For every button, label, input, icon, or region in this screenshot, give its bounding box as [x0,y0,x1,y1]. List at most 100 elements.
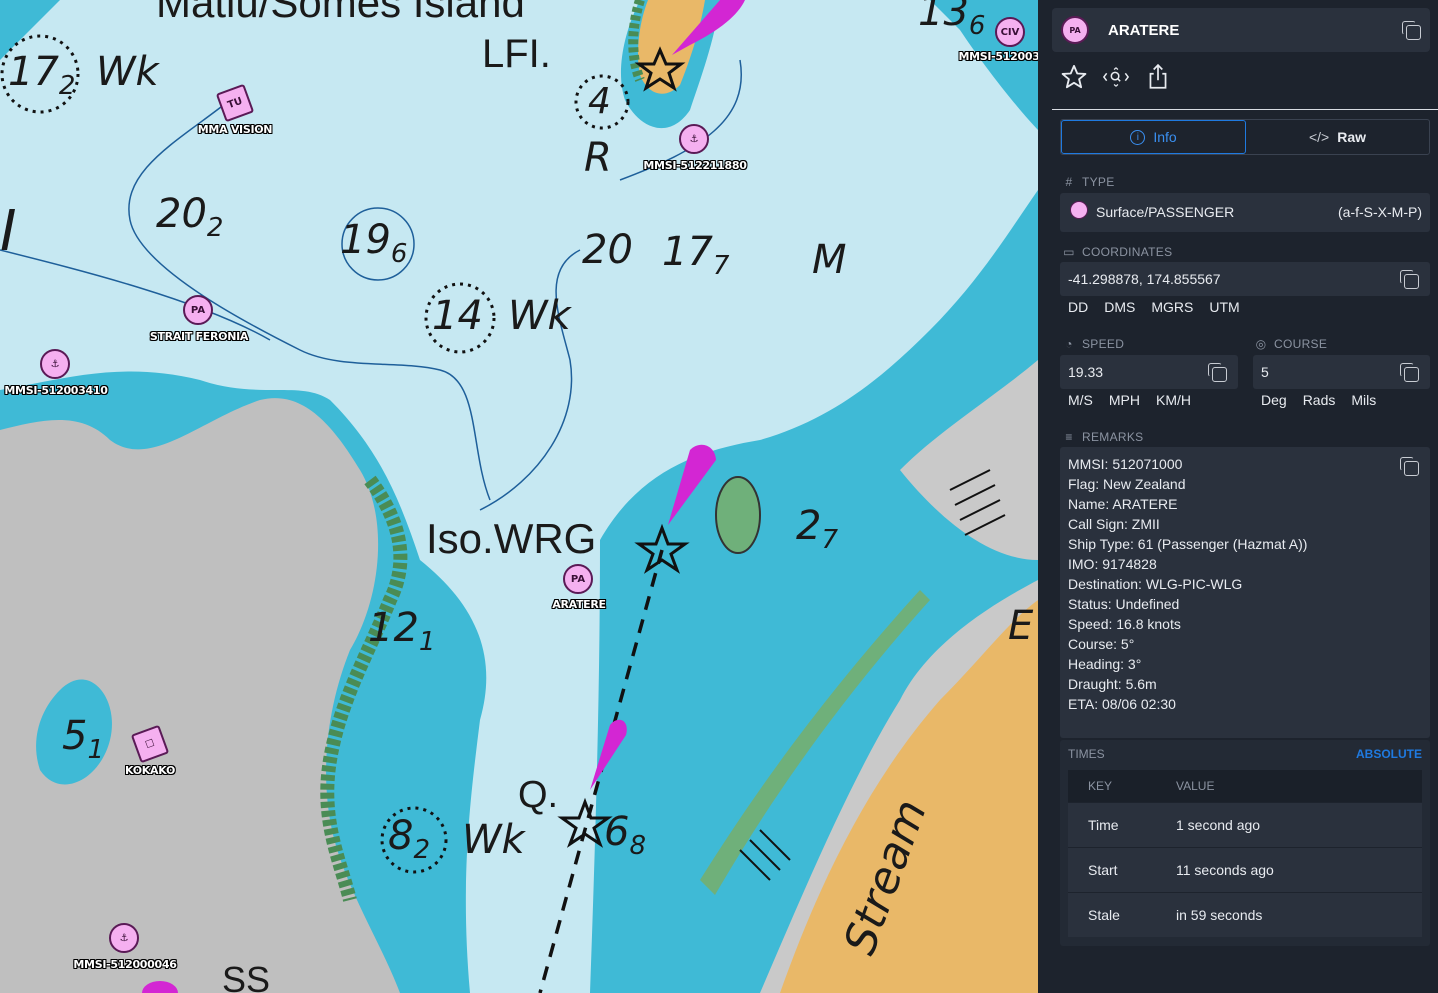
header-divider [1052,109,1438,110]
copy-icon[interactable] [1206,361,1228,383]
copy-icon[interactable] [1398,455,1420,477]
remarks-line: IMO: 9174828 [1068,556,1157,572]
row-value: 1 second ago [1176,817,1261,833]
vessel-label[interactable]: MMA VISION [198,123,273,136]
type-section-label: # TYPE [1062,175,1115,189]
remarks-line: Call Sign: ZMII [1068,516,1160,532]
vessel-label[interactable]: ARATERE [552,598,606,611]
row-key: Stale [1088,907,1120,923]
format-dms[interactable]: DMS [1104,299,1135,315]
vessel-icon[interactable]: ⚓ [679,124,709,154]
depth-sounding: 196 [340,217,408,269]
table-row: Time 1 second ago [1068,802,1422,847]
vessel-label[interactable]: MMSI-512000046 [73,958,176,971]
civilian-vessel-icon[interactable]: CIV [995,17,1025,47]
star-icon[interactable] [1060,62,1088,92]
gauge-icon: ◔ [1065,337,1073,351]
times-table: KEY VALUE Time 1 second ago Start 11 sec… [1068,770,1422,937]
format-mgrs[interactable]: MGRS [1151,299,1193,315]
marker-e-label: E [1008,603,1034,649]
column-header-key: KEY [1088,779,1113,793]
remarks-line: Destination: WLG-PIC-WLG [1068,576,1243,592]
speed-value[interactable]: 19.33 [1068,364,1103,380]
marker-i-label: I [0,199,17,264]
remarks-text: MMSI: 512071000 Flag: New Zealand Name: … [1068,454,1307,714]
course-value[interactable]: 5 [1261,364,1269,380]
coordinate-format-toggle: DD DMS MGRS UTM [1068,299,1240,315]
details-panel: PA ARATERE i Info </> Raw # TYPE Surface… [1038,0,1438,993]
compass-icon: ◎ [1255,337,1267,351]
vessel-label[interactable]: STRAIT FERONIA [150,330,249,343]
passenger-ship-icon[interactable]: PA [183,295,213,325]
format-utm[interactable]: UTM [1209,299,1239,315]
marker-m-label: M [812,237,847,283]
unit-kmh[interactable]: KM/H [1156,392,1191,408]
vessel-icon[interactable]: ⚓ [40,349,70,379]
row-value: in 59 seconds [1176,907,1263,923]
vessel-label[interactable]: KOKAKO [125,764,175,777]
panel-title: ARATERE [1108,21,1180,39]
unit-ms[interactable]: M/S [1068,392,1093,408]
format-dd[interactable]: DD [1068,299,1088,315]
wreck-label: Wk [462,817,525,863]
row-key: Start [1088,862,1118,878]
passenger-ship-icon: PA [1061,16,1089,44]
remarks-line: Ship Type: 61 (Passenger (Hazmat A)) [1068,536,1308,552]
unit-rads[interactable]: Rads [1303,392,1336,408]
tab-raw[interactable]: </> Raw [1246,120,1429,154]
tab-raw-label: Raw [1337,129,1367,145]
copy-icon[interactable] [1398,361,1420,383]
unit-mils[interactable]: Mils [1351,392,1376,408]
remarks-line: Name: ARATERE [1068,496,1178,512]
info-icon: i [1130,129,1146,145]
remarks-line: ETA: 08/06 02:30 [1068,696,1176,712]
depth-sounding: 4 [588,81,611,122]
vessel-icon[interactable]: ⚓ [109,923,139,953]
vessel-label[interactable]: MMSI-512003 [958,50,1038,63]
code-icon: </> [1308,129,1330,145]
remarks-line: Heading: 3° [1068,656,1142,672]
remarks-line: Flag: New Zealand [1068,476,1186,492]
passenger-ship-icon[interactable]: PA [563,564,593,594]
light-q-label: Q. [518,774,559,816]
share-icon[interactable] [1144,62,1172,92]
unit-deg[interactable]: Deg [1261,392,1287,408]
remarks-line: Speed: 16.8 knots [1068,616,1181,632]
remarks-line: Draught: 5.6m [1068,676,1157,692]
depth-sounding: 121 [368,605,436,657]
tab-info[interactable]: i Info [1061,120,1246,154]
wreck-label: Wk [508,293,571,339]
table-header: KEY VALUE [1068,770,1422,802]
zoom-to-icon[interactable] [1102,62,1130,92]
times-section-label: TIMES [1068,747,1105,761]
panel-header: PA ARATERE [1052,8,1430,52]
copy-icon[interactable] [1398,268,1420,290]
absolute-toggle[interactable]: ABSOLUTE [1356,747,1422,761]
light-lfi-label: LFI. [482,32,551,76]
course-unit-toggle: Deg Rads Mils [1261,392,1376,408]
ss-label: SS [222,959,271,993]
speed-unit-toggle: M/S MPH KM/H [1068,392,1191,408]
coordinates-value[interactable]: -41.298878, 174.855567 [1068,271,1221,287]
course-section-label: ◎ COURSE [1255,337,1328,351]
remarks-line: Status: Undefined [1068,596,1180,612]
list-icon: ≡ [1065,430,1073,444]
marker-r-label: R [584,135,612,181]
unit-mph[interactable]: MPH [1109,392,1140,408]
copy-icon[interactable] [1400,19,1422,41]
vessel-label[interactable]: MMSI-512211880 [643,159,746,172]
vessel-label[interactable]: MMSI-512003410 [4,384,107,397]
row-value: 11 seconds ago [1176,862,1274,878]
tab-info-label: Info [1153,129,1177,145]
wreck-label: Wk [96,49,159,95]
passenger-ship-icon [1070,201,1088,219]
light-iso-wrg-label: Iso.WRG [426,515,597,562]
depth-sounding: 51 [62,713,104,765]
nautical-chart-map[interactable]: Matiu/Somes Island LFI. Iso.WRG Q. Wk Wk… [0,0,1038,993]
remarks-line: Course: 5° [1068,636,1135,652]
depth-sounding: 14 [432,293,483,339]
coordinates-section-label: ▭ COORDINATES [1063,245,1173,259]
depth-sounding: 27 [796,503,838,555]
depth-sounding: 68 [604,809,646,861]
depth-sounding: 20 [582,227,633,273]
